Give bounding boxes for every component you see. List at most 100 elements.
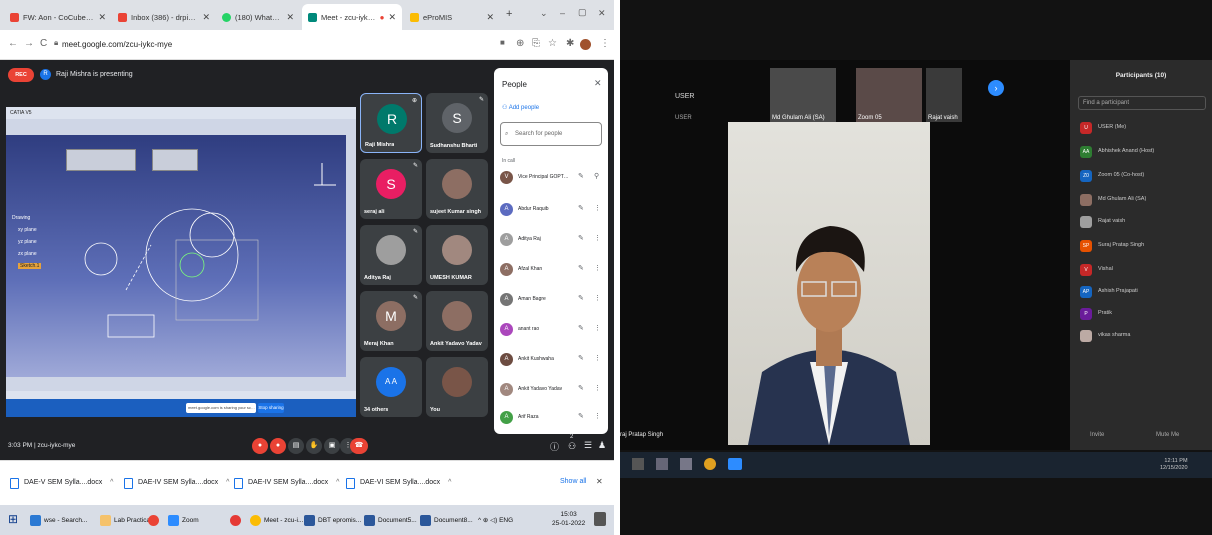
taskbar-item[interactable] — [148, 513, 162, 528]
close-tab-icon[interactable]: ✕ — [486, 12, 494, 23]
stop-sharing-button[interactable]: Stop sharing — [258, 403, 284, 413]
close-downloads-icon[interactable]: ✕ — [596, 474, 603, 490]
people-row[interactable]: A Aman Bagre ✎ ⋮ — [498, 292, 606, 308]
people-row[interactable]: A Aditya Raj ✎ ⋮ — [498, 232, 606, 248]
tab-search-icon[interactable]: ⌄ — [540, 8, 548, 19]
pin-icon[interactable]: ⊕ — [412, 97, 417, 104]
participant-search-input[interactable]: Find a participant — [1078, 96, 1206, 110]
tab-cocubes[interactable]: FW: Aon - CoCubes Invit ✕ — [4, 4, 112, 30]
chevron-up-icon[interactable]: ^ — [336, 479, 339, 486]
url-field[interactable]: meet.google.com/zcu-iykc-mye — [62, 36, 492, 54]
reload-icon[interactable]: C — [40, 38, 47, 49]
participant-tile[interactable]: S seraj ali ✎ — [360, 159, 422, 219]
participant-tile[interactable]: Aditya Raj ✎ — [360, 225, 422, 285]
pin-icon[interactable]: ⚲ — [594, 172, 599, 180]
tab-inbox[interactable]: Inbox (386) - drpiyushku ✕ — [112, 4, 216, 30]
people-icon[interactable]: ⚇ — [568, 441, 576, 452]
taskbar-app-icon[interactable] — [680, 458, 692, 470]
mic-off-icon[interactable]: ✎ — [578, 234, 584, 242]
people-search-input[interactable]: ⌕ Search for people — [500, 122, 602, 146]
taskbar-app-icon[interactable] — [656, 458, 668, 470]
people-row[interactable]: A Ankit Kushwaha ✎ ⋮ — [498, 352, 606, 368]
end-call-icon[interactable]: ☎ — [350, 438, 368, 454]
notification-icon[interactable] — [594, 512, 606, 526]
more-options-icon[interactable]: ⋮ — [594, 354, 601, 362]
captions-icon[interactable]: ▤ — [288, 438, 304, 454]
mic-off-icon[interactable]: ✎ — [578, 384, 584, 392]
more-options-icon[interactable]: ⋮ — [594, 412, 601, 420]
people-row[interactable]: A Abdur Raquib ✎ ⋮ — [498, 202, 606, 218]
taskbar-item[interactable]: Zoom — [168, 513, 199, 528]
activities-icon[interactable]: ♟ — [598, 440, 606, 451]
close-tab-icon[interactable]: ✕ — [286, 12, 294, 23]
taskbar-clock[interactable]: 15:03 25-01-2022 — [552, 510, 585, 528]
chevron-up-icon[interactable]: ^ — [110, 479, 113, 486]
info-icon[interactable]: ⓘ — [550, 440, 559, 453]
taskbar-item[interactable] — [230, 513, 244, 528]
more-options-icon[interactable]: ⋮ — [594, 234, 601, 242]
next-page-button[interactable]: › — [988, 80, 1004, 96]
hand-icon[interactable]: ✋ — [306, 438, 322, 454]
download-item[interactable]: DAE-V SEM Sylla....docx ^ — [10, 475, 113, 491]
taskbar-item[interactable]: Document5... — [364, 513, 417, 528]
forward-icon[interactable]: → — [24, 38, 34, 49]
add-people-button[interactable]: ⚇ Add people — [502, 104, 539, 111]
mic-off-icon[interactable]: ✎ — [578, 294, 584, 302]
more-options-icon[interactable]: ⋮ — [594, 324, 601, 332]
minimize-button[interactable]: – — [560, 8, 565, 18]
chrome-icon[interactable] — [704, 458, 716, 470]
people-row[interactable]: A Ankit Yadavo Yadav ✎ ⋮ — [498, 382, 606, 398]
chevron-up-icon[interactable]: ^ — [226, 479, 229, 486]
taskbar-item[interactable]: DBT epromis... — [304, 513, 361, 528]
show-all-button[interactable]: Show all — [560, 474, 586, 490]
mic-off-icon[interactable]: ✎ — [578, 204, 584, 212]
self-tile[interactable]: You — [426, 357, 488, 417]
camera-icon[interactable]: ● — [270, 438, 286, 454]
others-tile[interactable]: A A 34 others — [360, 357, 422, 417]
chat-icon[interactable]: ☰ — [584, 440, 592, 451]
participant-tile[interactable]: sujeet Kumar singh — [426, 159, 488, 219]
participant-tile[interactable]: S Sudhanshu Bharti ✎ — [426, 93, 488, 153]
download-item[interactable]: DAE-VI SEM Sylla....docx ^ — [346, 475, 451, 491]
taskbar-item[interactable]: Meet - zcu-i... — [250, 513, 303, 528]
mic-off-icon[interactable]: ✎ — [578, 172, 584, 180]
participant-tile[interactable]: R Raji Mishra ⊕ — [360, 93, 422, 153]
people-row[interactable]: A anant rao ✎ ⋮ — [498, 322, 606, 338]
maximize-button[interactable]: ▢ — [578, 7, 587, 18]
download-item[interactable]: DAE-IV SEM Sylla....docx ^ — [234, 475, 339, 491]
tab-meet[interactable]: Meet - zcu-iykc-mye ● ✕ — [302, 4, 402, 30]
mic-off-icon[interactable]: ✎ — [578, 412, 584, 420]
download-item[interactable]: DAE-IV SEM Sylla....docx ^ — [124, 475, 229, 491]
participant-tile[interactable]: M Meraj Khan ✎ — [360, 291, 422, 351]
mute-me-button[interactable]: Mute Me — [1156, 432, 1179, 438]
close-window-button[interactable]: ✕ — [598, 8, 606, 19]
participant-tile[interactable]: Ankit Yadavo Yadav — [426, 291, 488, 351]
tab-epromis[interactable]: eProMIS ✕ — [404, 4, 500, 30]
zoom-app-icon[interactable] — [728, 458, 742, 470]
present-icon[interactable]: ▣ — [324, 438, 340, 454]
more-options-icon[interactable]: ⋮ — [594, 264, 601, 272]
more-options-icon[interactable]: ⋮ — [594, 294, 601, 302]
browser-menu-icon[interactable]: ⋮ — [600, 38, 610, 49]
chevron-up-icon[interactable]: ^ — [448, 479, 451, 486]
share-icon[interactable]: ⎘ — [532, 38, 540, 49]
camera-indicator-icon[interactable]: ■ — [500, 38, 505, 47]
tab-whatsapp[interactable]: (180) WhatsApp ✕ — [216, 4, 300, 30]
close-panel-icon[interactable]: ✕ — [594, 78, 602, 89]
close-tab-icon[interactable]: ✕ — [388, 12, 396, 23]
participant-tile[interactable]: UMESH KUMAR — [426, 225, 488, 285]
invite-button[interactable]: Invite — [1090, 432, 1104, 438]
people-row[interactable]: V Vice Principal GOPT (You) ✎ ⚲ — [498, 170, 606, 186]
extensions-icon[interactable]: ✱ — [566, 38, 574, 49]
mic-icon[interactable]: ● — [252, 438, 268, 454]
zoom-tile[interactable]: Rajat vaish — [926, 68, 962, 122]
mic-off-icon[interactable]: ✎ — [578, 354, 584, 362]
people-row[interactable]: A Arif Raza ✎ ⋮ — [498, 410, 606, 426]
taskbar-item[interactable]: Document8... — [420, 513, 473, 528]
mic-off-icon[interactable]: ✎ — [578, 264, 584, 272]
zoom-tile[interactable]: Md Ghulam Ali (SA) — [770, 68, 836, 122]
more-options-icon[interactable]: ⋮ — [594, 384, 601, 392]
close-tab-icon[interactable]: ✕ — [202, 12, 210, 23]
zoom-icon[interactable]: ⊕ — [516, 38, 524, 49]
back-icon[interactable]: ← — [8, 38, 18, 49]
